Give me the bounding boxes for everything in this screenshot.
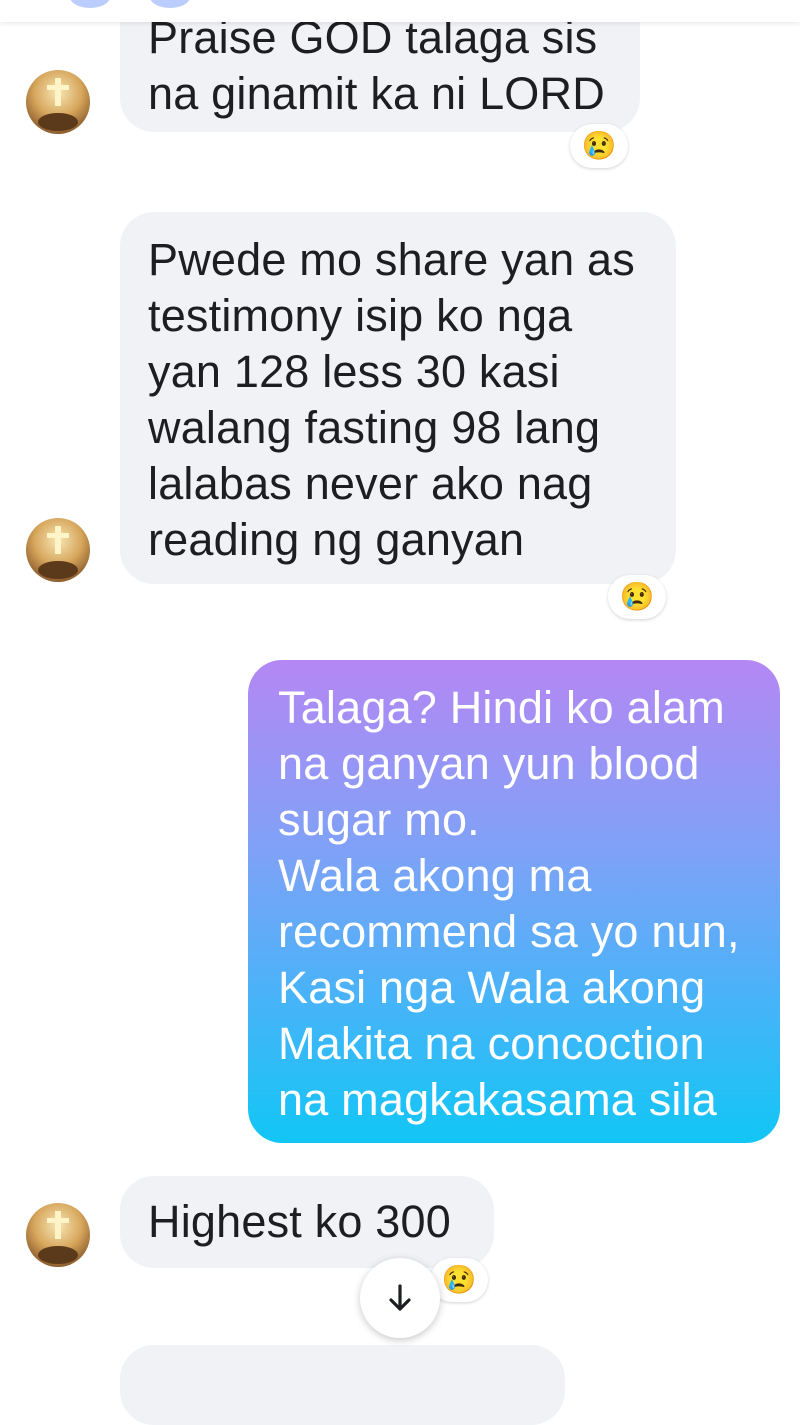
contact-avatar[interactable] [26,1203,90,1267]
incoming-message-partial[interactable] [120,1345,565,1425]
reaction-badge[interactable]: 😢 [608,575,666,619]
top-bar [0,0,800,22]
header-shape [150,0,190,8]
header-shape [70,0,110,8]
arrow-down-icon [389,1284,411,1311]
crying-face-icon: 😢 [619,581,655,612]
cross-icon [38,526,78,579]
contact-avatar[interactable] [26,518,90,582]
reaction-badge[interactable]: 😢 [570,124,628,168]
cross-icon [38,78,78,131]
scroll-to-bottom-button[interactable] [360,1258,440,1338]
crying-face-icon: 😢 [581,130,617,161]
cross-icon [38,1211,78,1264]
crying-face-icon: 😢 [441,1264,477,1295]
incoming-message[interactable]: Pwede mo share yan as testimony isip ko … [120,212,676,584]
incoming-message[interactable]: Highest ko 300 [120,1176,494,1268]
contact-avatar[interactable] [26,70,90,134]
outgoing-message[interactable]: Talaga? Hindi ko alam na ganyan yun bloo… [248,660,780,1143]
